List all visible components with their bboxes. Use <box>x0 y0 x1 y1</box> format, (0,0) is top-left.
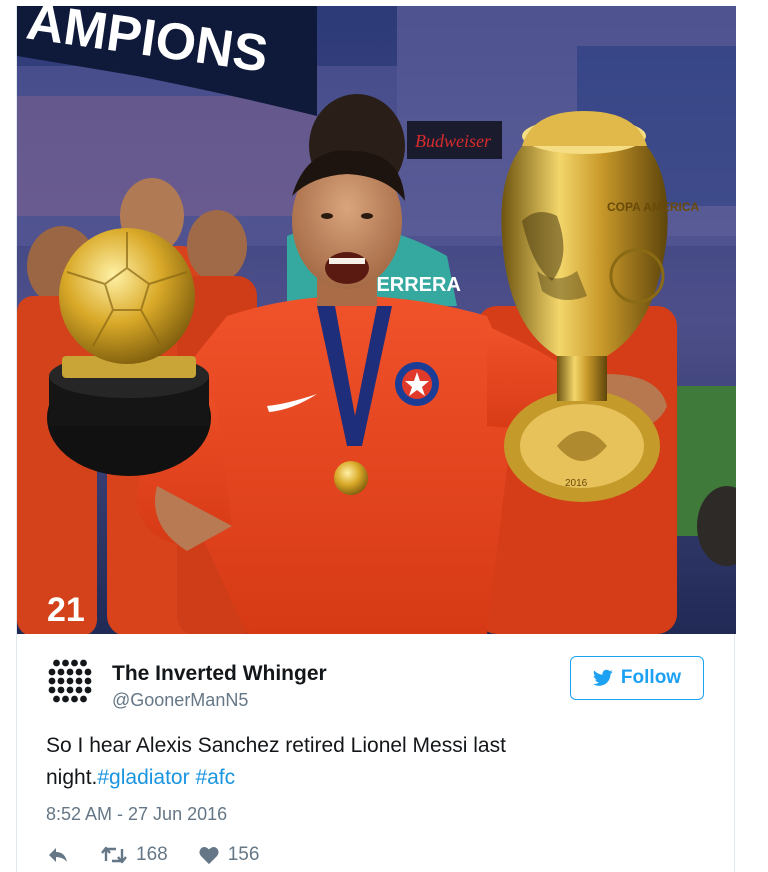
tweet-actions: 168 156 <box>46 842 259 868</box>
svg-text:2016: 2016 <box>565 478 588 489</box>
display-name[interactable]: The Inverted Whinger <box>112 662 327 686</box>
tweet-timestamp[interactable]: 8:52 AM - 27 Jun 2016 <box>46 804 227 825</box>
dot-grid-avatar-icon <box>48 659 92 703</box>
reply-icon <box>49 848 67 862</box>
tweet-card: AMPIONS Budweiser HERRERA 21 2016 COPA A… <box>16 6 736 872</box>
like-count: 156 <box>227 844 260 865</box>
retweet-icon <box>101 846 127 864</box>
tweet-photo[interactable]: AMPIONS Budweiser HERRERA 21 2016 COPA A… <box>17 6 736 634</box>
medal <box>334 461 368 495</box>
like-button[interactable]: 156 <box>198 844 260 866</box>
sponsor-text: Budweiser <box>415 131 492 151</box>
hashtag-link[interactable]: #gladiator <box>97 766 189 789</box>
heart-icon <box>199 847 219 865</box>
svg-text:COPA AMERICA: COPA AMERICA <box>607 200 700 214</box>
reply-button[interactable] <box>46 845 70 865</box>
follow-label: Follow <box>620 667 682 688</box>
hashtag-link[interactable]: #afc <box>195 766 235 789</box>
tweet-text: So I hear Alexis Sanchez retired Lionel … <box>46 730 606 794</box>
svg-text:21: 21 <box>47 591 85 629</box>
user-handle[interactable]: @GoonerManN5 <box>112 690 248 711</box>
tweet-body: The Inverted Whinger @GoonerManN5 Follow… <box>17 634 736 872</box>
follow-button[interactable]: Follow <box>570 656 704 700</box>
retweet-button[interactable]: 168 <box>100 844 168 866</box>
avatar[interactable] <box>45 656 95 706</box>
retweet-count: 168 <box>136 844 168 865</box>
twitter-bird-icon <box>592 669 613 686</box>
